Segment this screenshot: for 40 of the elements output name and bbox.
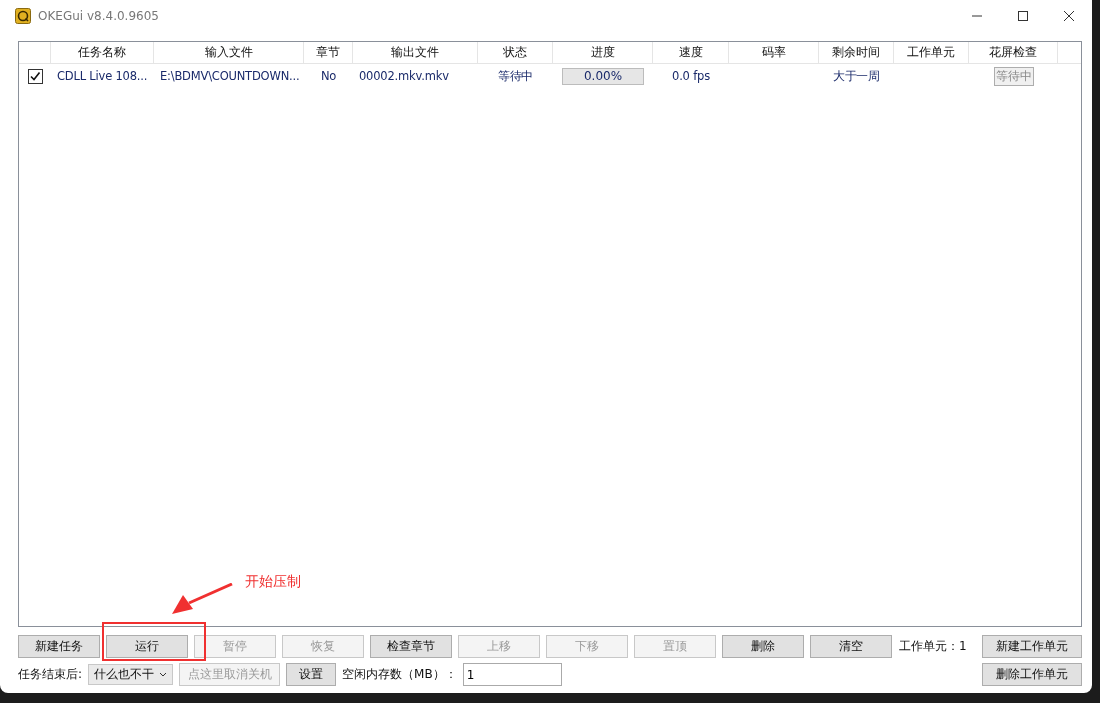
work-unit-label: 工作单元：1 <box>899 638 967 655</box>
new-work-unit-button[interactable]: 新建工作单元 <box>982 635 1082 658</box>
close-icon[interactable] <box>1063 10 1075 22</box>
button[interactable]: 新建任务 <box>18 635 100 658</box>
column-header[interactable]: 剩余时间 <box>819 42 894 63</box>
app-icon <box>15 8 31 24</box>
table-cell: E:\BDMV\COUNTDOWN... <box>160 69 300 83</box>
caret-icon[interactable] <box>159 672 168 677</box>
table-cell: No <box>320 69 337 83</box>
column-header[interactable]: 速度 <box>653 42 729 63</box>
annotation-arrow <box>171 583 233 615</box>
column-header[interactable]: 输入文件 <box>154 42 304 63</box>
free-memory-field[interactable]: 1 <box>462 663 562 686</box>
progress-text: 0.00% <box>583 69 623 83</box>
column-header[interactable]: 输出文件 <box>353 42 478 63</box>
column-header[interactable]: 任务名称 <box>51 42 154 63</box>
window-title: OKEGui v8.4.0.9605 <box>38 9 159 23</box>
checkbox[interactable] <box>27 68 43 84</box>
column-header[interactable]: 状态 <box>478 42 553 63</box>
table-cell: 00002.mkv.mkv <box>359 69 449 83</box>
table-cell: CDLL Live 108... <box>57 69 148 83</box>
table-cell: 等待中 <box>497 68 534 84</box>
button[interactable]: 检查章节 <box>370 635 452 658</box>
table-cell: 0.0 fps <box>672 69 710 83</box>
after-finish-dropdown[interactable]: 什么也不干 <box>88 664 174 685</box>
column-header[interactable]: 花屏检查 <box>969 42 1058 63</box>
button[interactable]: 运行 <box>106 635 188 658</box>
after-finish-label: 任务结束后: <box>18 666 83 683</box>
column-header[interactable]: 章节 <box>304 42 353 63</box>
maximize-icon[interactable] <box>1017 10 1029 22</box>
button[interactable]: 删除 <box>722 635 804 658</box>
free-memory-label: 空闲内存数（MB）： <box>342 666 457 683</box>
button[interactable]: 清空 <box>810 635 892 658</box>
settings-button[interactable]: 设置 <box>286 663 337 686</box>
column-header[interactable]: 工作单元 <box>894 42 969 63</box>
column-header[interactable]: 码率 <box>729 42 819 63</box>
annotation-text: 开始压制 <box>245 573 301 591</box>
column-header[interactable]: 进度 <box>553 42 653 63</box>
table-cell: 大于一周 <box>832 68 881 84</box>
delete-work-unit-button[interactable]: 删除工作单元 <box>982 663 1082 686</box>
